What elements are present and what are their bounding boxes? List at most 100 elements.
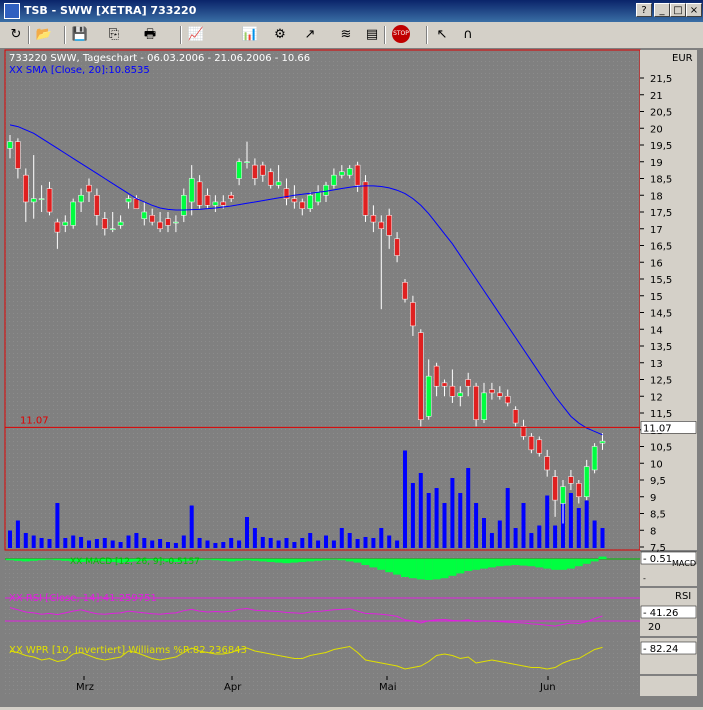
- volume-bar: [450, 478, 455, 548]
- macd-bar: [511, 559, 520, 565]
- candle-body: [102, 218, 108, 229]
- volume-bar: [521, 503, 526, 548]
- candle-body: [481, 392, 487, 420]
- price-line-label: 11.07: [20, 415, 49, 426]
- magnet-icon[interactable]: ∩: [458, 25, 478, 45]
- candle-body: [346, 168, 353, 176]
- candle-body: [54, 221, 61, 233]
- volume-bar: [474, 503, 479, 548]
- stop-icon[interactable]: STOP: [392, 25, 410, 43]
- chart-line-icon[interactable]: 📈: [186, 25, 206, 45]
- rsi-tick-20: 20: [648, 622, 661, 633]
- volume-bar: [23, 533, 28, 548]
- volume-bar: [568, 493, 573, 548]
- candle-body: [418, 332, 424, 420]
- volume-bar: [268, 538, 273, 548]
- title-bar: TSB - SWW [XETRA] 733220 ? _ □ ×: [0, 0, 703, 22]
- candle-body: [204, 195, 211, 206]
- price-tick-label: 20: [650, 124, 663, 135]
- close-button[interactable]: ×: [686, 3, 702, 17]
- candle-body: [62, 221, 69, 226]
- refresh-icon[interactable]: ↻: [6, 25, 26, 45]
- candle-body: [94, 195, 100, 216]
- macd-bar: [235, 559, 244, 561]
- price-tick-label: 15,5: [650, 275, 672, 286]
- macd-bar: [543, 559, 552, 569]
- candle-body: [117, 221, 124, 226]
- price-tick-label: 15: [650, 292, 663, 303]
- price-tick-label: 12,5: [650, 376, 672, 387]
- wpr-value: - 82.24: [643, 644, 678, 655]
- volume-bar: [237, 540, 242, 548]
- chart-svg[interactable]: 21,5 21 20,5 20 19,5 19 18,5 18 17,5 17 16,5 16 15,5…: [0, 48, 703, 707]
- copy-icon[interactable]: ⎘: [104, 25, 124, 45]
- candle-body: [560, 486, 566, 504]
- candle-body: [125, 198, 132, 203]
- volume-bar: [205, 540, 210, 548]
- volume-bar: [466, 468, 471, 548]
- chart-area[interactable]: 21,5 21 20,5 20 19,5 19 18,5 18 17,5 17 16,5 16 15,5…: [0, 48, 703, 707]
- macd-bar: [353, 559, 362, 563]
- compare-icon[interactable]: ≋: [336, 25, 356, 45]
- macd-bar: [345, 559, 354, 562]
- candle-body: [433, 365, 440, 387]
- price-axis: [640, 50, 697, 550]
- volume-bar: [513, 528, 518, 548]
- volume-bar: [173, 543, 178, 548]
- candle-body: [528, 436, 535, 451]
- price-tick-label: 18,5: [650, 175, 672, 186]
- macd-bar: [559, 559, 567, 570]
- volume-bar: [71, 535, 76, 548]
- indicator-icon[interactable]: ⚙: [270, 25, 290, 45]
- candle-body: [465, 379, 471, 387]
- volume-bar: [300, 538, 305, 548]
- candle-body: [228, 195, 234, 199]
- open-folder-icon[interactable]: 📂: [34, 25, 54, 45]
- volume-bar: [355, 539, 360, 548]
- print-icon[interactable]: 🖶: [140, 25, 160, 45]
- volume-bar: [442, 503, 447, 548]
- volume-bar: [584, 500, 589, 548]
- maximize-button[interactable]: □: [670, 3, 686, 17]
- volume-bar: [47, 539, 52, 548]
- macd-bar: [290, 559, 299, 563]
- volume-bar: [252, 528, 257, 548]
- candle-body: [386, 215, 392, 236]
- candle-body: [307, 195, 313, 209]
- price-tick-label: 21,5: [650, 74, 672, 85]
- macd-bar: [519, 559, 528, 566]
- candle-body: [354, 164, 361, 186]
- volume-bar: [316, 540, 321, 548]
- volume-bar: [197, 538, 202, 548]
- macd-bar: [219, 559, 228, 561]
- volume-bar: [395, 540, 400, 548]
- properties-icon[interactable]: ▤: [362, 25, 382, 45]
- price-tick-label: 8: [650, 526, 656, 537]
- save-icon[interactable]: 💾: [70, 25, 90, 45]
- minimize-button[interactable]: _: [654, 3, 670, 17]
- candle-body: [196, 181, 203, 206]
- candle-body: [449, 385, 456, 397]
- cursor-icon[interactable]: ↖: [432, 25, 452, 45]
- candle-body: [109, 228, 116, 230]
- candle-body: [291, 198, 298, 203]
- candle-body: [275, 181, 282, 186]
- trend-icon[interactable]: ↗: [300, 25, 320, 45]
- help-button[interactable]: ?: [636, 3, 652, 17]
- candle-body: [512, 409, 519, 424]
- candle-body: [544, 456, 550, 471]
- volume-bar: [379, 528, 384, 548]
- candle-body: [133, 198, 140, 209]
- macd-bar: [203, 559, 212, 560]
- macd-bar: [566, 559, 575, 569]
- candle-body: [157, 221, 163, 230]
- volume-bar: [410, 483, 415, 548]
- macd-bar: [393, 559, 402, 575]
- macd-bar: [432, 559, 441, 580]
- chart-bar-icon[interactable]: 📊: [240, 25, 260, 45]
- candle-body: [520, 426, 527, 437]
- price-tag-value: 11.07: [643, 423, 672, 434]
- macd-bar: [21, 559, 30, 562]
- macd-bar: [29, 559, 38, 561]
- price-tick-label: 14,5: [650, 309, 672, 320]
